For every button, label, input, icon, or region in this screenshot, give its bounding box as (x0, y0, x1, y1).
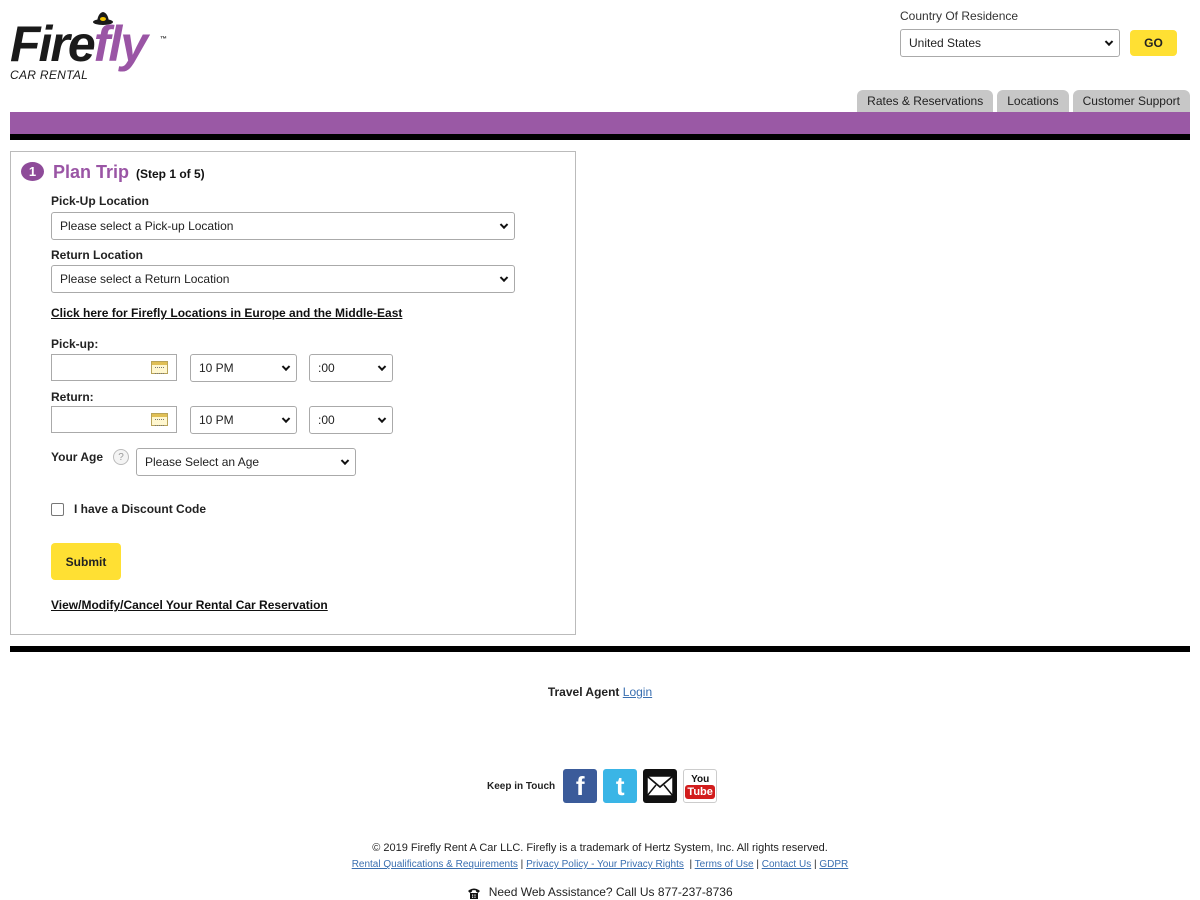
chevron-down-icon (377, 414, 387, 424)
pickup-date-label: Pick-up: (51, 337, 99, 351)
twitter-icon[interactable]: t (603, 769, 638, 803)
plan-trip-panel: 1 Plan Trip (Step 1 of 5) Pick-Up Locati… (10, 151, 576, 635)
chevron-down-icon (281, 362, 291, 372)
age-label: Your Age (51, 450, 104, 464)
return-location-value: Please select a Return Location (60, 272, 230, 286)
country-select-value: United States (909, 36, 982, 50)
social-links: Keep in Touch f t You Tube (487, 769, 718, 803)
pickup-hour-value: 10 PM (199, 361, 234, 375)
rental-qualifications-link[interactable]: Rental Qualifications & Requirements (352, 859, 518, 870)
help-icon[interactable]: ? (113, 449, 129, 465)
plan-trip-title: Plan Trip (53, 162, 130, 182)
country-of-residence-label: Country Of Residence (900, 9, 1019, 23)
chevron-down-icon (281, 414, 291, 424)
gdpr-link[interactable]: GDPR (819, 859, 848, 870)
chevron-down-icon (1104, 37, 1114, 47)
firefly-logo[interactable]: Firefly ™ CAR RENTAL (10, 10, 170, 85)
pickup-minute-value: :00 (318, 361, 335, 375)
submit-button[interactable]: Submit (51, 543, 121, 580)
logo-wordmark: Firefly (10, 16, 148, 72)
europe-locations-link[interactable]: Click here for Firefly Locations in Euro… (51, 306, 402, 320)
chevron-down-icon (499, 273, 509, 283)
terms-of-use-link[interactable]: Terms of Use (695, 859, 754, 870)
youtube-icon[interactable]: You Tube (683, 769, 718, 803)
copyright-text: © 2019 Firefly Rent A Car LLC. Firefly i… (372, 842, 828, 854)
email-icon[interactable] (643, 769, 678, 803)
phone-icon (468, 888, 481, 899)
pickup-date-input[interactable] (51, 354, 177, 381)
age-select[interactable]: Please Select an Age (136, 448, 356, 476)
return-date-label: Return: (51, 390, 94, 404)
discount-code-checkbox[interactable] (51, 503, 64, 516)
web-assistance-text: Need Web Assistance? Call Us 877-237-873… (488, 885, 733, 899)
footer-link-separator: | (686, 859, 695, 870)
travel-agent-section: Travel Agent Login (0, 685, 1200, 699)
go-button[interactable]: GO (1130, 30, 1177, 56)
pickup-location-label: Pick-Up Location (51, 194, 150, 208)
view-modify-cancel-link[interactable]: View/Modify/Cancel Your Rental Car Reser… (51, 598, 328, 612)
logo-subtitle: CAR RENTAL (10, 68, 89, 82)
pickup-location-value: Please select a Pick-up Location (60, 219, 234, 233)
discount-code-label[interactable]: I have a Discount Code (74, 502, 206, 516)
chevron-down-icon (340, 456, 350, 466)
pickup-location-select[interactable]: Please select a Pick-up Location (51, 212, 515, 240)
return-date-input[interactable] (51, 406, 177, 433)
trademark-symbol: ™ (160, 36, 167, 43)
country-select[interactable]: United States (900, 29, 1120, 57)
tab-locations[interactable]: Locations (997, 90, 1069, 112)
youtube-tube-text: Tube (685, 784, 715, 799)
step-number-badge: 1 (21, 162, 44, 181)
header-black-divider (10, 134, 1190, 140)
calendar-icon[interactable] (151, 361, 168, 374)
tab-customer-support[interactable]: Customer Support (1072, 90, 1190, 112)
return-hour-value: 10 PM (199, 413, 234, 427)
pickup-minute-select[interactable]: :00 (309, 354, 393, 382)
main-nav-tabs: Rates & Reservations Locations Customer … (857, 90, 1190, 112)
web-assistance: Need Web Assistance? Call Us 877-237-873… (0, 885, 1200, 899)
return-location-select[interactable]: Please select a Return Location (51, 265, 515, 293)
chevron-down-icon (377, 362, 387, 372)
footer-links: Rental Qualifications & Requirements | P… (0, 859, 1200, 870)
return-minute-value: :00 (318, 413, 335, 427)
privacy-policy-link[interactable]: Privacy Policy - Your Privacy Rights (526, 859, 684, 870)
calendar-icon[interactable] (151, 413, 168, 426)
footer-black-divider (10, 646, 1190, 652)
envelope-glyph (646, 775, 674, 797)
return-location-label: Return Location (51, 248, 143, 262)
chevron-down-icon (499, 220, 509, 230)
keep-in-touch-label: Keep in Touch (487, 780, 556, 792)
header-purple-bar (10, 112, 1190, 134)
contact-us-link[interactable]: Contact Us (762, 859, 811, 870)
travel-agent-login-link[interactable]: Login (623, 685, 652, 699)
age-select-value: Please Select an Age (145, 455, 260, 469)
pickup-hour-select[interactable]: 10 PM (190, 354, 297, 382)
return-minute-select[interactable]: :00 (309, 406, 393, 434)
travel-agent-label: Travel Agent (547, 685, 620, 699)
youtube-you-text: You (691, 773, 710, 785)
facebook-icon[interactable]: f (563, 769, 598, 803)
tab-rates-reservations[interactable]: Rates & Reservations (857, 90, 994, 112)
return-hour-select[interactable]: 10 PM (190, 406, 297, 434)
plan-step-indicator: (Step 1 of 5) (136, 167, 205, 181)
